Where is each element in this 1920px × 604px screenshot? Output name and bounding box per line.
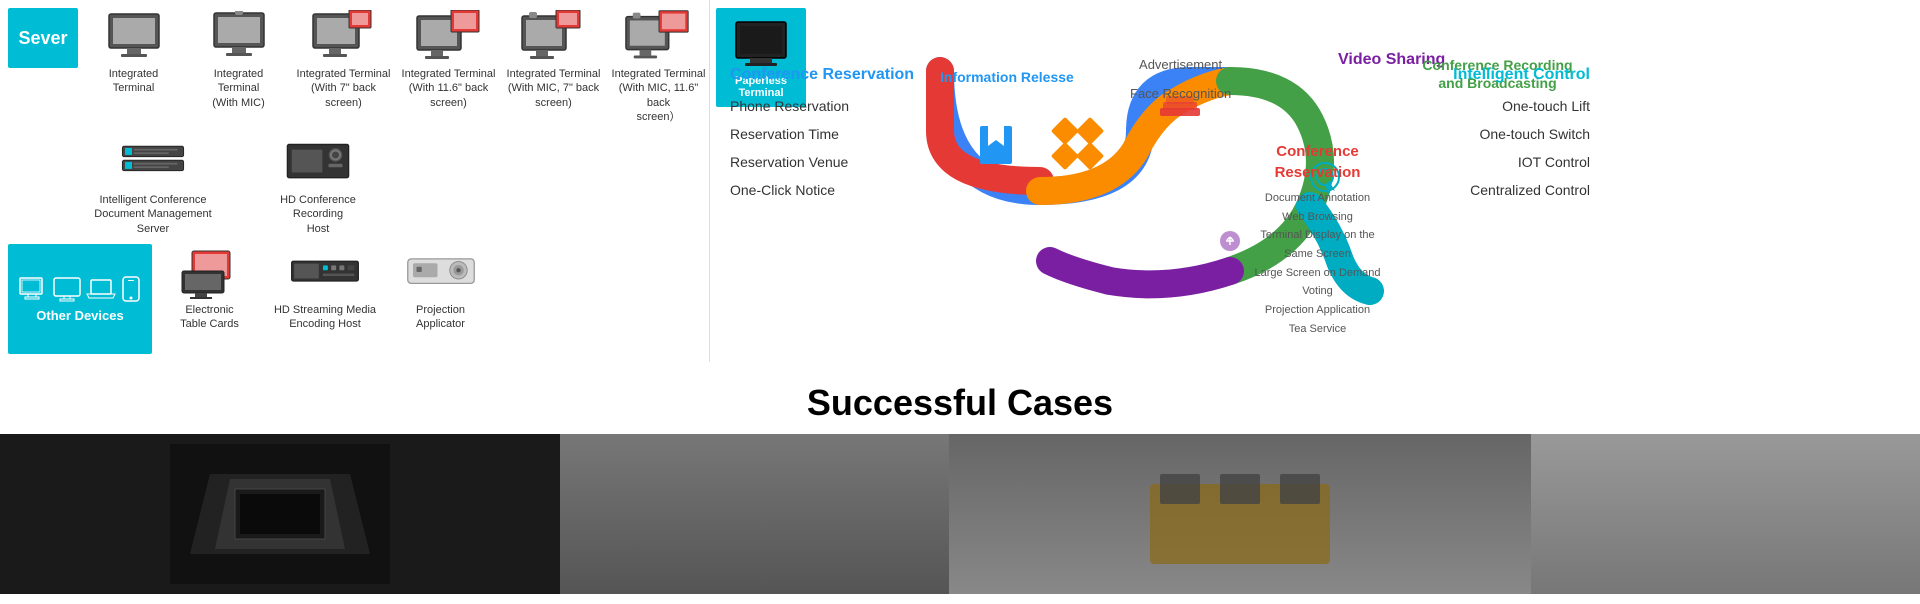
device-label-encoder: HD Streaming MediaEncoding Host xyxy=(274,303,376,332)
device-label-mic: IntegratedTerminal(With MIC) xyxy=(212,67,265,110)
monitor-mic-back2-icon xyxy=(624,8,694,63)
conf-reservation-phone: Phone Reservation xyxy=(730,92,925,120)
case-sub-img-2 xyxy=(949,434,1532,594)
intelligent-one-touch-lift: One-touch Lift xyxy=(1395,92,1590,120)
conf-reservation-block: Conference Reservation Phone Reservation… xyxy=(730,66,925,204)
device-label-table-cards: ElectronicTable Cards xyxy=(180,303,239,332)
device-terminal-116back: Integrated Terminal(With 11.6" backscree… xyxy=(401,8,496,110)
monitor-mic-icon xyxy=(204,8,274,63)
server-label: Sever xyxy=(8,8,78,68)
device-terminal-7back: Integrated Terminal(With 7" backscreen) xyxy=(296,8,391,110)
cases-section: Successful Cases xyxy=(0,362,1920,604)
intelligent-centralized: Centralized Control xyxy=(1395,176,1590,204)
server-row: Sever IntegratedTerminal xyxy=(8,8,701,124)
diagram-panel: Conference Reservation Phone Reservation… xyxy=(710,0,1610,362)
device-label-7back: Integrated Terminal(With 7" backscreen) xyxy=(297,67,391,110)
face-recognition-label: Face Recognition xyxy=(1130,80,1231,109)
monitor-back-icon xyxy=(309,8,379,63)
device-label-mic-116back: Integrated Terminal(With MIC, 11.6" back… xyxy=(611,67,706,124)
intelligent-iot: IOT Control xyxy=(1395,148,1590,176)
conf-reservation-time: Reservation Time xyxy=(730,120,925,148)
server-devices-row: Intelligent ConferenceDocument Managemen… xyxy=(88,134,701,236)
projector-icon xyxy=(406,244,476,299)
conf-mgmt-server: Intelligent ConferenceDocument Managemen… xyxy=(88,134,218,236)
case-sub-img-1 xyxy=(560,434,949,594)
other-devices-label: Other Devices xyxy=(36,308,123,323)
advertisement-label: Advertisement xyxy=(1130,51,1231,80)
device-terminal-mic-7back: Integrated Terminal(With MIC, 7" backscr… xyxy=(506,8,601,110)
intelligent-one-touch-switch: One-touch Switch xyxy=(1395,120,1590,148)
hd-recording-icon xyxy=(283,134,353,189)
conf-reservation-title: Conference Reservation xyxy=(730,66,925,84)
device-label: IntegratedTerminal xyxy=(109,67,159,96)
case-sub-img-3 xyxy=(1531,434,1920,594)
conf-reservation-notice: One-Click Notice xyxy=(730,176,925,204)
conf-server-icon xyxy=(118,134,188,189)
projection-applicator: ProjectionApplicator xyxy=(393,244,488,332)
full-diagram: Conference Reservation Phone Reservation… xyxy=(730,51,1590,311)
device-label-projector: ProjectionApplicator xyxy=(416,303,465,332)
info-release-title: Information Relesse xyxy=(940,69,1074,85)
electronic-table-cards: ElectronicTable Cards xyxy=(162,244,257,332)
other-devices-icons xyxy=(18,276,142,302)
advert-face-block: Advertisement Face Recognition xyxy=(1130,51,1231,108)
hd-streaming-encoder: HD Streaming MediaEncoding Host xyxy=(265,244,385,332)
intelligent-control-title: Intelligent Control xyxy=(1395,66,1590,84)
cases-images xyxy=(0,434,1920,594)
case-image-middle xyxy=(560,434,1920,594)
device-label-conf-server: Intelligent ConferenceDocument Managemen… xyxy=(94,193,211,236)
case-image-left xyxy=(0,434,560,594)
info-release-block: Information Relesse xyxy=(940,69,1074,85)
monitor-mic-back-icon xyxy=(519,8,589,63)
device-integrated-terminal: IntegratedTerminal xyxy=(86,8,181,96)
conf-reservation-center-block: ConferenceReservation Document Annotatio… xyxy=(1250,141,1385,339)
device-integrated-terminal-mic: IntegratedTerminal(With MIC) xyxy=(191,8,286,110)
other-row-devices: ElectronicTable Cards xyxy=(162,244,488,332)
encoder-icon xyxy=(290,244,360,299)
conf-reservation-venue: Reservation Venue xyxy=(730,148,925,176)
main-layout: Sever IntegratedTerminal xyxy=(0,0,1920,362)
cases-title: Successful Cases xyxy=(0,382,1920,424)
intelligent-control-block: Intelligent Control One-touch Lift One-t… xyxy=(1395,66,1590,204)
device-label-116back: Integrated Terminal(With 11.6" backscree… xyxy=(402,67,496,110)
device-label-mic-7back: Integrated Terminal(With MIC, 7" backscr… xyxy=(507,67,601,110)
monitor-back2-icon xyxy=(414,8,484,63)
left-panel: Sever IntegratedTerminal xyxy=(0,0,710,362)
device-label-hd-recording: HD Conference RecordingHost xyxy=(258,193,378,236)
conf-reservation-center-title: ConferenceReservation xyxy=(1250,141,1385,183)
conf-reservation-center-items: Document Annotation Web Browsing Termina… xyxy=(1250,189,1385,339)
hd-conf-recording-host: HD Conference RecordingHost xyxy=(258,134,378,236)
monitor-flat-icon xyxy=(99,8,169,63)
other-devices-row: Other Devices xyxy=(8,244,701,354)
device-terminal-mic-116back: Integrated Terminal(With MIC, 11.6" back… xyxy=(611,8,706,124)
other-devices-box: Other Devices xyxy=(8,244,152,354)
table-card-icon xyxy=(175,244,245,299)
